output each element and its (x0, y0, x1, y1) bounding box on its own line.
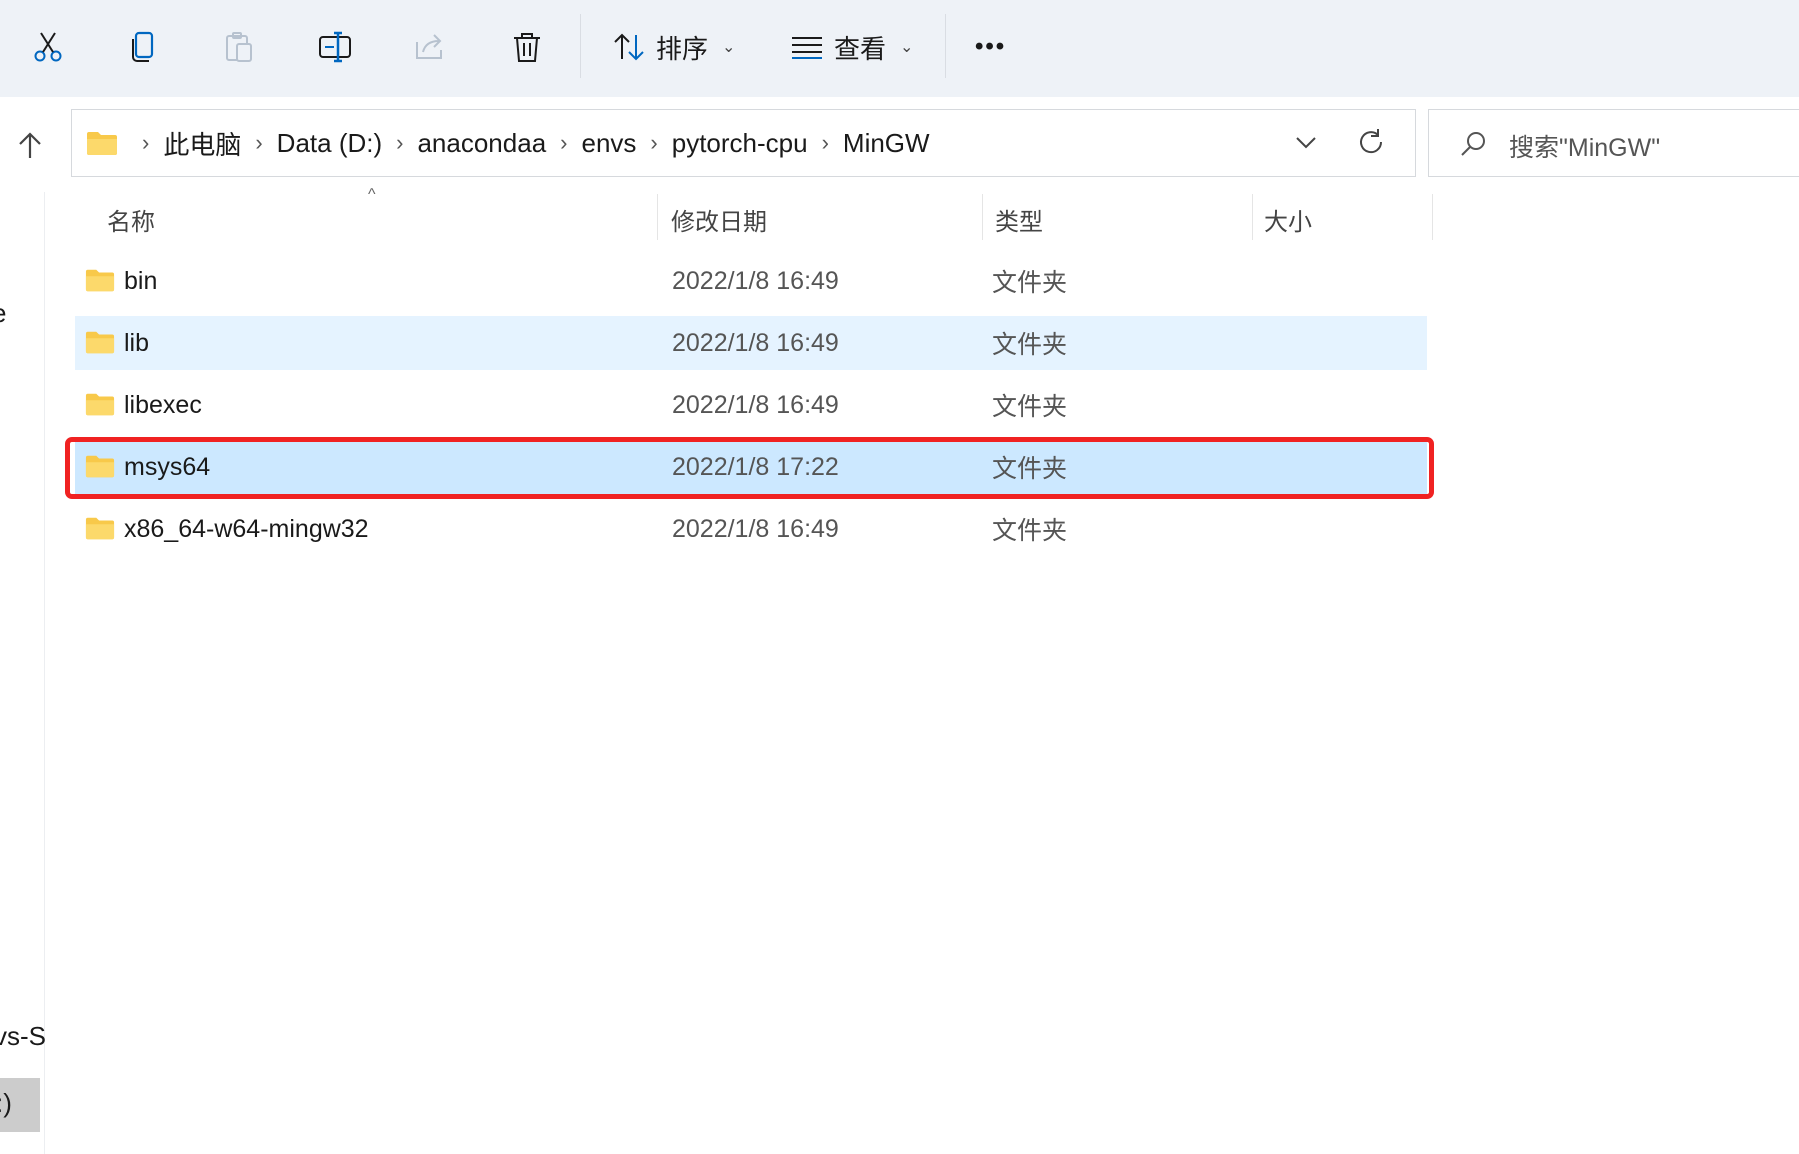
file-name: bin (124, 266, 158, 295)
share-icon (416, 34, 442, 59)
chevron-down-icon (1296, 137, 1316, 149)
trash-icon (514, 33, 540, 62)
copy-icon (132, 31, 154, 62)
column-divider[interactable] (1432, 194, 1433, 240)
file-date: 2022/1/8 16:49 (672, 390, 839, 419)
file-date: 2022/1/8 16:49 (672, 514, 839, 543)
up-button[interactable] (10, 125, 50, 165)
breadcrumb-item[interactable]: Data (D:) (277, 128, 382, 159)
column-header-date[interactable]: 修改日期 (671, 192, 971, 247)
column-divider[interactable] (657, 194, 658, 240)
toolbar-separator (945, 14, 946, 78)
folder-icon (85, 269, 115, 292)
file-type: 文件夹 (992, 517, 1068, 545)
nav-item-label[interactable]: vs-S (0, 1021, 46, 1052)
column-header-type[interactable]: 类型 (995, 192, 1255, 247)
view-label: 查看 (834, 33, 887, 64)
rename-icon (319, 31, 351, 63)
breadcrumb-item[interactable]: anacondaa (417, 128, 546, 159)
refresh-icon (1360, 129, 1383, 154)
folder-icon (87, 132, 117, 155)
sort-button[interactable]: 排序 ⌄ (612, 22, 735, 72)
search-box[interactable]: 搜索"MinGW" (1428, 109, 1799, 177)
folder-icon (85, 393, 115, 416)
nav-item-label[interactable]: e (0, 298, 6, 329)
navigation-pane: e vs-S (0, 192, 46, 1154)
chevron-right-icon[interactable]: › (396, 130, 403, 156)
chevron-right-icon[interactable]: › (255, 130, 262, 156)
column-divider[interactable] (1252, 194, 1253, 240)
breadcrumb: › 此电脑 › Data (D:) › anacondaa › envs › p… (86, 110, 930, 176)
column-label: 大小 (1264, 209, 1312, 236)
more-options-button[interactable]: ••• (975, 22, 1006, 72)
breadcrumb-item[interactable]: pytorch-cpu (672, 128, 808, 159)
address-bar[interactable]: › 此电脑 › Data (D:) › anacondaa › envs › p… (71, 109, 1416, 177)
file-row[interactable]: libexec 2022/1/8 16:49 文件夹 (75, 378, 1427, 432)
more-icon: ••• (975, 33, 1007, 60)
breadcrumb-item[interactable]: envs (581, 128, 636, 159)
column-label: 名称 (107, 209, 155, 236)
file-name: x86_64-w64-mingw32 (124, 514, 369, 543)
search-icon (1461, 132, 1485, 156)
cut-button[interactable] (23, 22, 73, 72)
address-dropdown-button[interactable] (1294, 130, 1318, 159)
paste-button[interactable] (214, 22, 264, 72)
folder-icon (85, 331, 115, 354)
highlight-annotation (65, 437, 1434, 499)
column-label: 类型 (995, 209, 1043, 236)
navigation-bar: › 此电脑 › Data (D:) › anacondaa › envs › p… (0, 97, 1799, 192)
paste-icon (226, 32, 252, 62)
column-label: 修改日期 (671, 209, 767, 236)
file-row[interactable]: lib 2022/1/8 16:49 文件夹 (75, 316, 1427, 370)
file-date: 2022/1/8 16:49 (672, 266, 839, 295)
nav-item-selected[interactable]: :) (0, 1078, 40, 1132)
sort-label: 排序 (656, 33, 709, 64)
list-view-icon (792, 37, 822, 59)
delete-button[interactable] (502, 22, 552, 72)
column-header-name[interactable]: 名称 (107, 192, 647, 247)
file-name: libexec (124, 390, 202, 419)
sort-ascending-icon: ^ (368, 186, 376, 203)
column-divider[interactable] (982, 194, 983, 240)
folder-icon (85, 517, 115, 540)
file-type: 文件夹 (992, 269, 1068, 297)
column-header-size[interactable]: 大小 (1264, 192, 1424, 247)
file-date: 2022/1/8 16:49 (672, 328, 839, 357)
toolbar-separator (580, 14, 581, 78)
chevron-down-icon: ⌄ (900, 39, 914, 56)
file-type: 文件夹 (992, 393, 1068, 421)
breadcrumb-item[interactable]: 此电脑 (163, 125, 241, 162)
file-row[interactable]: x86_64-w64-mingw32 2022/1/8 16:49 文件夹 (75, 502, 1427, 556)
chevron-right-icon[interactable]: › (650, 130, 657, 156)
scissors-icon (34, 32, 62, 62)
file-type: 文件夹 (992, 331, 1068, 359)
chevron-right-icon[interactable]: › (560, 130, 567, 156)
file-name: lib (124, 328, 150, 357)
copy-button[interactable] (118, 22, 168, 72)
chevron-down-icon: ⌄ (722, 39, 736, 56)
arrow-up-icon (19, 132, 41, 158)
command-bar: 排序 ⌄ 查看 ⌄ ••• (0, 0, 1799, 98)
chevron-right-icon[interactable]: › (822, 130, 829, 156)
breadcrumb-item-current[interactable]: MinGW (843, 128, 930, 159)
nav-item-label: :) (0, 1088, 12, 1118)
file-row[interactable]: bin 2022/1/8 16:49 文件夹 (75, 254, 1427, 308)
chevron-right-icon: › (142, 130, 150, 155)
view-button[interactable]: 查看 ⌄ (790, 22, 913, 72)
search-placeholder: 搜索"MinGW" (1509, 134, 1661, 162)
share-button[interactable] (405, 22, 455, 72)
rename-button[interactable] (310, 22, 360, 72)
sort-icon (614, 33, 644, 61)
refresh-button[interactable] (1356, 127, 1386, 162)
